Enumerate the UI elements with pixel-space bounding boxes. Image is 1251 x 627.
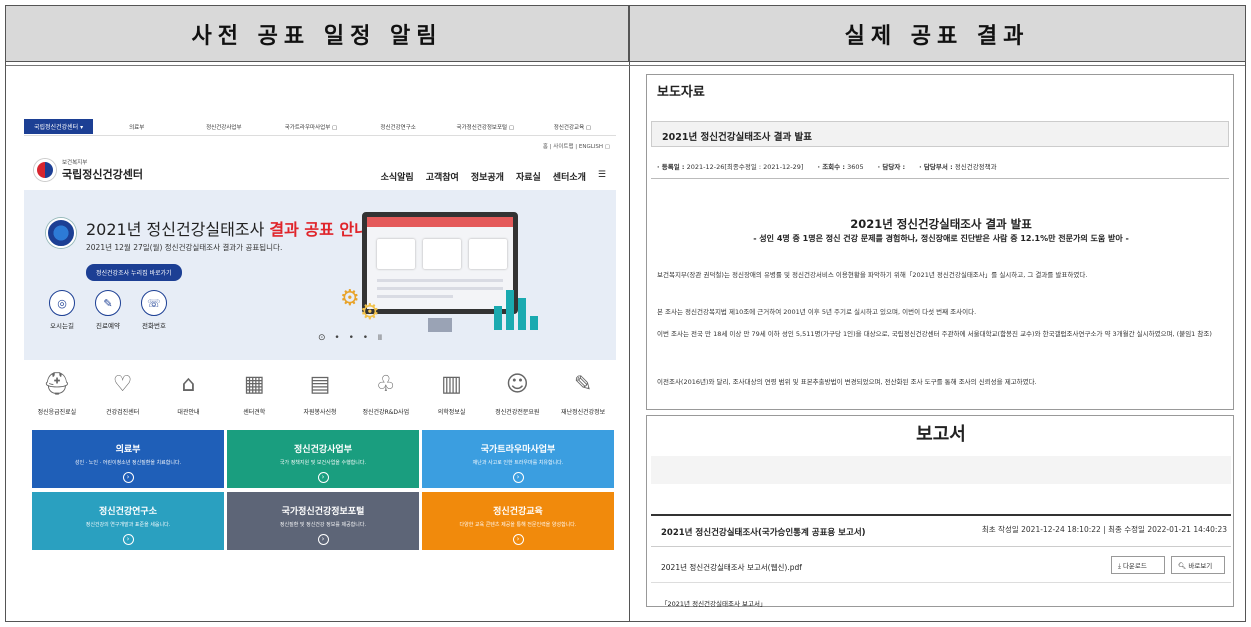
utility-links[interactable]: 홈 | 사이트맵 | ENGLISH ▢ (543, 142, 610, 150)
press-paragraph: 본 조사는 정신건강복지법 제10조에 근거하여 2001년 이후 5년 주기로… (657, 308, 977, 316)
monitor-illustration (362, 212, 518, 314)
nav-item-medical[interactable]: 의료부 (93, 123, 180, 131)
press-paragraph: 이전조사(2016년)와 달리, 조사대상의 연령 범위 및 표본추출방법이 변… (657, 378, 1037, 386)
meta-contact: · 담당자 : (877, 163, 906, 171)
press-release-panel: 보도자료 2021년 정신건강실태조사 결과 발표 · 등록일 : 2021-1… (646, 74, 1234, 410)
header-subline (6, 65, 1245, 66)
arrow-circle-icon: › (512, 472, 524, 483)
heart-icon: ♡ (112, 372, 133, 397)
gnav-news[interactable]: 소식알림 (381, 170, 414, 183)
press-title: 보도자료 (657, 85, 705, 100)
service-checkup[interactable]: ♡ 건강검진센터 (90, 372, 156, 416)
nav-item-portal[interactable]: 국가정신건강정보포털 ▢ (442, 123, 529, 131)
taegeuk-logo-icon (34, 159, 56, 181)
ambulance-icon: ⛑ (42, 372, 71, 397)
download-button[interactable]: ⤓ 다운로드 (1111, 556, 1165, 574)
report-panel: 보고서 2021년 정신건강실태조사(국가승인통계 공표용 보고서) 최초 작성… (646, 415, 1234, 608)
service-tour[interactable]: ▦ 센터견학 (221, 372, 287, 416)
tile-research[interactable]: 정신건강연구소 정신건강의 연구개발과 표준을 세웁니다. › (32, 492, 224, 550)
tile-trauma[interactable]: 국가트라우마사업부 재난과 사고로 인한 트라우마를 치유합니다. › (422, 430, 614, 488)
logo-ministry: 보건복지부 (62, 160, 88, 166)
report-file-link[interactable]: 2021년 정신건강실태조사 보고서(웹신).pdf (661, 562, 802, 573)
report-title: 2021년 정신건강실태조사(국가승인통계 공표용 보고서) (661, 528, 866, 538)
reservation-icon: ✎ (95, 290, 121, 316)
gnav-disclosure[interactable]: 정보공개 (471, 170, 504, 183)
service-menu: ⛑ 정신응급진료실 ♡ 건강검진센터 ⌂ 대관안내 ▦ 센터견학 ▤ 자원봉사신청 ♧ 정신… (24, 372, 616, 416)
service-rnd[interactable]: ♧ 정신건강R&D사업 (353, 372, 419, 416)
book-icon: ▥ (441, 372, 462, 397)
view-button[interactable]: 🔍︎ 바로보기 (1171, 556, 1225, 574)
arrow-circle-icon: › (317, 534, 329, 545)
top-nav: 국립정신건강센터 ▾ 의료부 정신건강사업부 국가트라우마사업부 ▢ 정신건강연… (24, 118, 616, 136)
left-header: 사전 공표 일정 알림 (6, 6, 629, 62)
tile-mental-health-project[interactable]: 정신건강사업부 국가 정책지원 및 보건사업을 수행합니다. › (227, 430, 419, 488)
service-rental[interactable]: ⌂ 대관안내 (156, 372, 222, 416)
service-emergency[interactable]: ⛑ 정신응급진료실 (24, 372, 90, 416)
arrow-circle-icon: › (317, 472, 329, 483)
arrow-circle-icon: › (122, 534, 134, 545)
ncmh-website: 국립정신건강센터 ▾ 의료부 정신건강사업부 국가트라우마사업부 ▢ 정신건강연… (24, 110, 616, 608)
press-paragraph: 이번 조사는 전국 만 18세 이상 만 79세 이하 성인 5,511명(가구… (657, 330, 1212, 338)
press-subject: 2021년 정신건강실태조사 결과 발표 (651, 121, 1229, 147)
gear-icon: ⚙ (340, 286, 360, 311)
press-headline: 2021년 정신건강실태조사 결과 발표 (850, 217, 1032, 231)
monitor-stand (428, 318, 452, 332)
gear-small-icon: ⚙ (360, 300, 380, 325)
quick-reservation[interactable]: ✎ 진료예약 (88, 290, 128, 330)
form-icon: ▤ (309, 372, 331, 397)
nav-item-education[interactable]: 정신건강교육 ▢ (529, 123, 616, 131)
gnav-about[interactable]: 센터소개 (553, 170, 586, 183)
arrow-circle-icon: › (512, 534, 524, 545)
nav-ncmh-dropdown[interactable]: 국립정신건강센터 ▾ (24, 119, 94, 134)
nav-item-trauma[interactable]: 국가트라우마사업부 ▢ (267, 123, 354, 131)
report-dates: 최초 작성일 2021-12-24 18:10:22 | 최종 수정일 2022… (981, 525, 1227, 534)
hand-heart-icon: ♧ (375, 372, 396, 397)
column-divider (629, 6, 630, 621)
notepad-icon: ✎ (573, 372, 593, 397)
hero-banner: 2021년 정신건강실태조사 결과 공표 안내 2021년 12월 27일(월)… (24, 190, 616, 360)
service-specialist[interactable]: ☺ 정신건강전문요원 (484, 372, 550, 416)
nav-item-research[interactable]: 정신건강연구소 (355, 123, 442, 131)
press-paragraph: 보건복지부(장관 권덕철)는 정신장애의 유병률 및 정신건강서비스 이용현황을… (657, 271, 1088, 279)
service-disaster[interactable]: ✎ 재난정신건강정보 (550, 372, 616, 416)
logo-center-name: 국립정신건강센터 (62, 168, 143, 181)
survey-emblem-icon (46, 218, 76, 248)
nav-item-mental-health-project[interactable]: 정신건강사업부 (180, 123, 267, 131)
menu-icon[interactable]: ☰ (598, 170, 606, 183)
quick-directions[interactable]: ◎ 오시는길 (42, 290, 82, 330)
hero-title: 2021년 정신건강실태조사 결과 공표 안내 (86, 220, 369, 239)
building-icon: ▦ (243, 372, 265, 397)
gnav-participation[interactable]: 고객참여 (426, 170, 459, 183)
report-spacer (651, 456, 1231, 484)
right-header: 실제 공표 결과 (629, 6, 1245, 62)
tile-portal[interactable]: 국가정신건강정보포털 정신질환 및 정신건강 정보를 제공합니다. › (227, 492, 419, 550)
global-nav: 소식알림 고객참여 정보공개 자료실 센터소개 ☰ (381, 170, 606, 183)
quick-phone[interactable]: ☏ 전화번호 (134, 290, 174, 330)
report-heading: 보고서 (916, 424, 966, 445)
meta-views: · 조회수 : 3605 (817, 163, 864, 171)
meta-department: · 담당부서 : 정신건강정책과 (919, 163, 997, 171)
phone-icon: ☏ (141, 290, 167, 316)
report-footer-text: 「2021년 정신건강실태조사 보고서」 (661, 600, 767, 608)
hall-icon: ⌂ (181, 372, 196, 397)
hero-subtitle: 2021년 12월 27일(월) 정신건강실태조사 결과가 공표됩니다. (86, 243, 283, 252)
service-medical-info[interactable]: ▥ 의학정보실 (419, 372, 485, 416)
tile-medical[interactable]: 의료부 성인 · 노인 · 어린이청소년 정신질환을 치료합니다. › (32, 430, 224, 488)
gnav-archive[interactable]: 자료실 (516, 170, 541, 183)
people-icon: ☺ (505, 372, 529, 397)
slider-indicator[interactable]: ⊙ • • • ॥ (318, 330, 385, 343)
site-logo[interactable]: 보건복지부 국립정신건강센터 (34, 158, 143, 182)
meta-date: · 등록일 : 2021-12-26[최종수정일 : 2021-12-29] (657, 163, 804, 171)
service-volunteer[interactable]: ▤ 자원봉사신청 (287, 372, 353, 416)
location-icon: ◎ (49, 290, 75, 316)
arrow-circle-icon: › (122, 472, 134, 483)
tile-education[interactable]: 정신건강교육 다양한 교육 콘텐츠 제공을 통해 전문인력을 양성합니다. › (422, 492, 614, 550)
press-meta: · 등록일 : 2021-12-26[최종수정일 : 2021-12-29] ·… (651, 159, 1229, 179)
press-subheadline: - 성인 4명 중 1명은 정신 건강 문제를 경험하나, 정신장애로 진단받은… (753, 234, 1129, 243)
survey-site-button[interactable]: 정신건강조사 누리집 바로가기 (86, 264, 182, 281)
